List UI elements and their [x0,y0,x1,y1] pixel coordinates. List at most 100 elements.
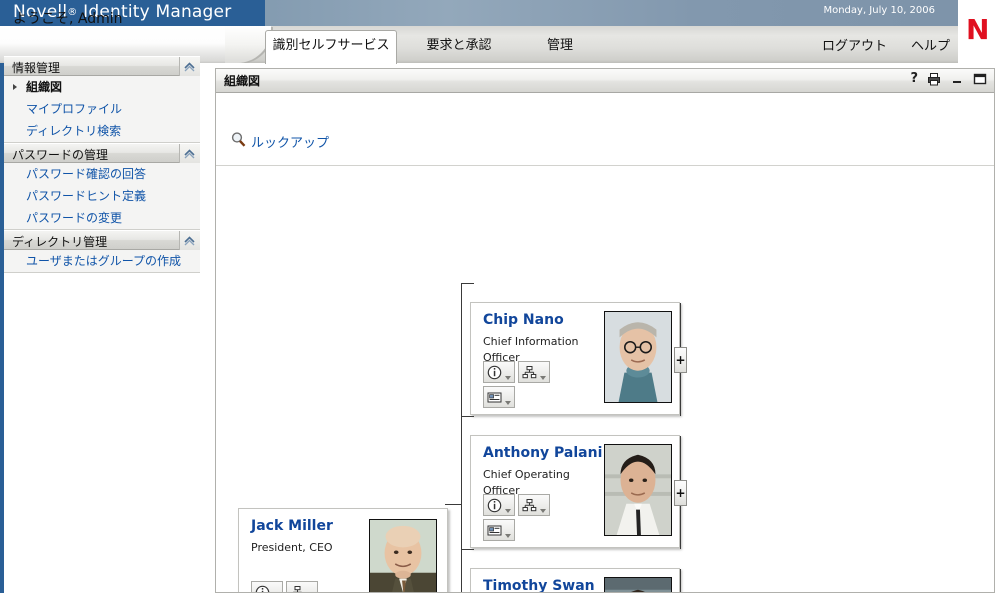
nav-items: パスワード確認の回答 パスワードヒント定義 パスワードの変更 [4,163,200,230]
sidebar-item-directory-search[interactable]: ディレクトリ検索 [4,120,200,142]
sidebar-item-org-chart[interactable]: 組織図 [4,76,200,98]
sidebar-item-my-profile[interactable]: マイプロファイル [4,98,200,120]
portlet-tools: ? [910,72,987,86]
help-icon[interactable]: ? [910,72,918,86]
dropdown-arrow-icon [540,509,546,513]
identity-details-icon[interactable] [251,581,283,592]
org-node-card-0[interactable]: Chip Nano Chief Information Officer + [470,302,687,416]
org-node-card-2[interactable]: Timothy Swan Director, Marketing, Vice P… [470,568,681,592]
nav-group-header: ディレクトリ管理 [4,230,200,250]
sidebar-item-label: パスワード確認の回答 [26,167,147,181]
identity-details-icon[interactable] [483,494,515,516]
lookup-label: ルックアップ [251,135,330,151]
identity-details-icon[interactable] [483,361,515,383]
org-chart-icon[interactable] [518,361,550,383]
sidebar-item-label: マイプロファイル [26,102,123,116]
tab-requests-and-approvals[interactable]: 要求と承認 [400,31,518,63]
nav-items: ユーザまたはグループの作成 [4,250,200,273]
org-node-card-root[interactable]: Jack Miller President, CEO [238,508,448,592]
tree-stub-child-0 [461,283,474,284]
org-chart-canvas: Jack Miller President, CEO Chip Nano Chi… [216,166,994,592]
tree-stub-child-1 [461,416,474,417]
logout-link[interactable]: ログアウト [822,35,887,54]
sidebar-item-password-challenge-response[interactable]: パスワード確認の回答 [4,163,200,185]
node-actions-row-2 [483,386,515,408]
nav-group-label: 情報管理 [12,61,61,75]
nav-group-directory-management: ディレクトリ管理 ユーザまたはグループの作成 [4,230,200,273]
avatar [604,311,672,403]
org-chart-icon[interactable] [518,494,550,516]
tree-stub-child-0-tick [461,283,462,289]
expand-button-0[interactable]: + [674,347,687,373]
nav-group-header: 情報管理 [4,56,200,76]
nav-group-header: パスワードの管理 [4,143,200,163]
sidebar: 情報管理 組織図 マイプロファイル ディレクトリ検索 パスワードの管理 パスワー… [4,56,200,273]
dropdown-arrow-icon [505,376,511,380]
person-name[interactable]: Jack Miller [251,518,333,534]
chevron-up-icon [184,149,195,159]
welcome-text: ようこそ, Admin [13,11,123,27]
chevron-up-icon [184,62,195,72]
dropdown-arrow-icon [540,376,546,380]
sidebar-item-label: パスワードの変更 [26,211,123,225]
node-actions-row-1 [483,494,550,516]
lookup-action[interactable]: ルックアップ [230,131,329,151]
node-right-connector [680,569,681,592]
sidebar-item-change-password[interactable]: パスワードの変更 [4,207,200,229]
avatar [604,577,672,592]
tab-administration[interactable]: 管理 [520,31,600,63]
page-title: 組織図 [224,74,261,88]
avatar [604,444,672,536]
person-title: President, CEO [251,541,333,554]
collapse-toggle-information-management[interactable] [179,57,200,76]
portlet-header: 組織図 ? [216,69,994,93]
sidebar-item-password-hint-definition[interactable]: パスワードヒント定義 [4,185,200,207]
collapse-toggle-password-management[interactable] [179,144,200,163]
nav-group-information-management: 情報管理 組織図 マイプロファイル ディレクトリ検索 [4,56,200,143]
tree-trunk-line [461,283,462,592]
sidebar-item-label: ユーザまたはグループの作成 [26,254,182,268]
nav-group-label: パスワードの管理 [12,148,109,162]
node-actions-row-2 [483,519,515,541]
print-icon[interactable] [927,72,941,86]
org-chart-icon[interactable] [286,581,318,592]
brand-bar: Novell® Identity Manager Monday, July 10… [0,0,995,26]
node-actions-row-1 [251,581,318,592]
nav-group-label: ディレクトリ管理 [12,235,108,249]
tab-identity-self-service[interactable]: 識別セルフサービス [265,30,397,64]
top-links: ログアウト ヘルプ [822,26,950,63]
org-node-card-1[interactable]: Anthony Palani Chief Operating Officer + [470,435,687,549]
maximize-icon[interactable] [973,72,987,86]
org-chart-portlet: 組織図 ? ルックアップ Jack Miller President, CEO … [215,68,995,593]
help-link[interactable]: ヘルプ [911,35,950,54]
minimize-icon[interactable] [950,72,964,86]
expand-button-1[interactable]: + [674,480,687,506]
current-item-bullet-icon [13,84,17,90]
person-name[interactable]: Timothy Swan [483,578,595,592]
tree-stub-child-2 [461,549,474,550]
person-name[interactable]: Anthony Palani [483,445,602,461]
dropdown-arrow-icon [505,401,511,405]
dropdown-arrow-icon [505,509,511,513]
email-card-icon[interactable] [483,519,515,541]
collapse-toggle-directory-management[interactable] [179,231,200,250]
avatar [369,519,437,592]
nav-items: 組織図 マイプロファイル ディレクトリ検索 [4,76,200,143]
current-date: Monday, July 10, 2006 [823,5,935,16]
email-card-icon[interactable] [483,386,515,408]
portlet-body: ルックアップ Jack Miller President, CEO Chip N… [216,93,994,592]
app-root: Novell® Identity Manager Monday, July 10… [0,0,995,593]
sidebar-item-label: 組織図 [26,80,63,94]
person-name[interactable]: Chip Nano [483,312,564,328]
node-actions-row-1 [483,361,550,383]
novell-n-logo: N [958,0,995,63]
tree-stub-root [445,504,462,505]
tab-label: 管理 [546,38,573,53]
dropdown-arrow-icon [505,534,511,538]
sidebar-item-label: ディレクトリ検索 [26,124,122,138]
nav-group-password-management: パスワードの管理 パスワード確認の回答 パスワードヒント定義 パスワードの変更 [4,143,200,230]
search-icon [230,131,247,151]
sidebar-item-create-user-or-group[interactable]: ユーザまたはグループの作成 [4,250,200,272]
sidebar-item-label: パスワードヒント定義 [26,189,147,203]
tab-label: 要求と承認 [426,38,492,53]
